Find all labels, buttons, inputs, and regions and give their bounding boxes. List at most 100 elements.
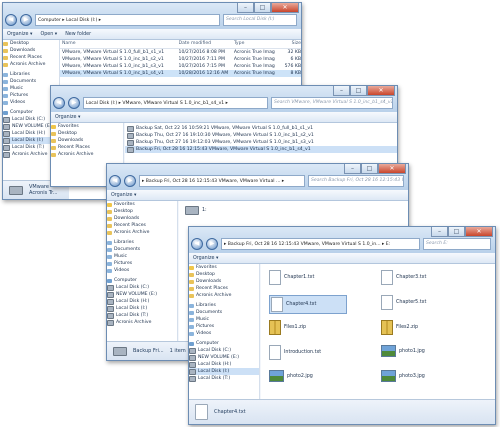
close-button[interactable]: ✕ [367, 86, 395, 96]
nav-item-local-disk-i[interactable]: Local Disk (I:) [107, 305, 177, 312]
nav-item-downloads[interactable]: Downloads [189, 278, 259, 285]
column-date-modified[interactable]: Date modified [179, 40, 234, 48]
nav-item-videos[interactable]: Videos [189, 330, 259, 337]
nav-item-recent-places[interactable]: Recent Places [189, 285, 259, 292]
nav-item-downloads[interactable]: Downloads [107, 215, 177, 222]
table-row[interactable]: VMware, VMware Virtual S 1.0_inc_b1_s2_v… [60, 56, 301, 63]
maximize-button[interactable]: □ [350, 86, 367, 96]
file-tile[interactable]: Introduction.txt [269, 345, 321, 360]
nav-item-libraries[interactable]: Libraries [107, 239, 177, 246]
nav-item-local-disk-t[interactable]: Local Disk (T:) [107, 312, 177, 319]
nav-item-acronis-archive[interactable]: Acronis Archive [107, 229, 177, 236]
organize-button[interactable]: Organize ▾ [7, 32, 32, 37]
nav-item-computer[interactable]: Computer [189, 340, 259, 347]
search-input[interactable]: Search VMware, VMware Virtual S 1.0_inc_… [271, 97, 393, 109]
search-input[interactable]: Search E: [423, 238, 491, 250]
file-tile[interactable]: Chapter1.txt [269, 270, 314, 285]
table-row[interactable]: VMware, VMware Virtual S 1.0_full_b1_s1_… [60, 49, 301, 56]
column-type[interactable]: Type [234, 40, 275, 48]
file-tile[interactable]: photo2.jpg [269, 370, 313, 382]
address-bar[interactable]: Local Disk (I:) ▸ VMware, VMware Virtual… [83, 97, 268, 109]
address-bar[interactable]: ▸ Backup Fri, Oct 28 16 12:15:43 VMware,… [221, 238, 420, 250]
nav-item-desktop[interactable]: Desktop [3, 40, 59, 47]
maximize-button[interactable]: □ [254, 3, 271, 13]
maximize-button[interactable]: □ [448, 227, 465, 237]
new-folder-button[interactable]: New folder [65, 32, 91, 37]
forward-arrow-icon[interactable]: ▶ [124, 175, 136, 187]
nav-item-local-disk-i[interactable]: Local Disk (I:) [189, 368, 259, 375]
search-input[interactable]: Search Local Disk (I:) [223, 14, 297, 26]
file-tile[interactable]: Chapter3.txt [381, 270, 426, 285]
nav-item-downloads[interactable]: Downloads [51, 137, 123, 144]
file-tile[interactable]: photo1.jpg [381, 345, 425, 357]
nav-item-acronis-archive[interactable]: Acronis Archive [189, 292, 259, 299]
nav-item-local-disk-c[interactable]: Local Disk (C:) [189, 347, 259, 354]
nav-item-music[interactable]: Music [189, 316, 259, 323]
address-bar[interactable]: ▸ Backup Fri, Oct 28 16 12:15:43 VMware,… [139, 175, 305, 187]
nav-item-libraries[interactable]: Libraries [3, 71, 59, 78]
list-item[interactable]: Backup Thu, Oct 27 16 19:12:03 VMware, V… [125, 139, 397, 146]
nav-item-videos[interactable]: Videos [107, 267, 177, 274]
table-row[interactable]: VMware, VMware Virtual S 1.0_inc_b1_s3_v… [60, 63, 301, 70]
organize-button[interactable]: Organize ▾ [55, 115, 80, 120]
organize-button[interactable]: Organize ▾ [193, 256, 218, 261]
nav-item-local-disk-c[interactable]: Local Disk (C:) [107, 284, 177, 291]
close-button[interactable]: ✕ [465, 227, 493, 237]
list-item[interactable]: Backup Fri, Oct 28 16 12:15:43 VMware, V… [125, 146, 397, 153]
nav-item-computer[interactable]: Computer [107, 277, 177, 284]
nav-item-recent-places[interactable]: Recent Places [51, 144, 123, 151]
nav-item-documents[interactable]: Documents [189, 309, 259, 316]
list-item[interactable]: Backup Sat, Oct 22 16 10:59:21 VMware, V… [125, 125, 397, 132]
back-arrow-icon[interactable]: ◀ [191, 238, 203, 250]
close-button[interactable]: ✕ [378, 164, 406, 174]
column-size[interactable]: Size [275, 40, 301, 48]
nav-item-pictures[interactable]: Pictures [189, 323, 259, 330]
address-bar[interactable]: Computer ▸ Local Disk (I:) ▸ [35, 14, 220, 26]
nav-item-recent-places[interactable]: Recent Places [3, 54, 59, 61]
volume-item[interactable]: 1: [185, 206, 207, 215]
file-tile[interactable]: photo3.jpg [381, 370, 425, 382]
nav-item-libraries[interactable]: Libraries [189, 302, 259, 309]
forward-arrow-icon[interactable]: ▶ [68, 97, 80, 109]
nav-item-local-disk-t[interactable]: Local Disk (T:) [189, 375, 259, 382]
nav-item-favorites[interactable]: Favorites [51, 123, 123, 130]
back-arrow-icon[interactable]: ◀ [53, 97, 65, 109]
file-tile[interactable]: Files2.zip [381, 320, 418, 335]
forward-arrow-icon[interactable]: ▶ [206, 238, 218, 250]
nav-item-desktop[interactable]: Desktop [189, 271, 259, 278]
nav-item-acronis-archive[interactable]: Acronis Archive [107, 319, 177, 326]
nav-item-new-volume-e[interactable]: NEW VOLUME (E:) [189, 354, 259, 361]
nav-item-documents[interactable]: Documents [3, 78, 59, 85]
file-tile[interactable]: Chapter4.txt [269, 295, 348, 314]
nav-item-acronis-archive[interactable]: Acronis Archive [51, 151, 123, 158]
organize-button[interactable]: Organize ▾ [111, 193, 136, 198]
nav-item-local-disk-h[interactable]: Local Disk (H:) [189, 361, 259, 368]
table-row[interactable]: VMware, VMware Virtual S 1.0_inc_b1_s4_v… [60, 70, 301, 77]
minimize-button[interactable]: – [431, 227, 448, 237]
nav-item-favorites[interactable]: Favorites [189, 264, 259, 271]
file-tile[interactable]: Files1.zip [269, 320, 306, 335]
minimize-button[interactable]: – [237, 3, 254, 13]
nav-item-desktop[interactable]: Desktop [51, 130, 123, 137]
minimize-button[interactable]: – [344, 164, 361, 174]
column-name[interactable]: Name [60, 40, 179, 48]
open-button[interactable]: Open ▾ [40, 32, 57, 37]
forward-arrow-icon[interactable]: ▶ [20, 14, 32, 26]
file-tile[interactable]: Chapter5.txt [381, 295, 426, 310]
nav-item-desktop[interactable]: Desktop [107, 208, 177, 215]
nav-item-pictures[interactable]: Pictures [107, 260, 177, 267]
list-item[interactable]: Backup Thu, Oct 27 16 19:10:30 VMware, V… [125, 132, 397, 139]
nav-item-acronis-archive[interactable]: Acronis Archive [3, 61, 59, 68]
close-button[interactable]: ✕ [271, 3, 299, 13]
minimize-button[interactable]: – [333, 86, 350, 96]
maximize-button[interactable]: □ [361, 164, 378, 174]
nav-item-documents[interactable]: Documents [107, 246, 177, 253]
search-input[interactable]: Search Backup Fri, Oct 28 16 12:15:43 VM… [308, 175, 404, 187]
nav-item-favorites[interactable]: Favorites [107, 201, 177, 208]
back-arrow-icon[interactable]: ◀ [109, 175, 121, 187]
nav-item-downloads[interactable]: Downloads [3, 47, 59, 54]
nav-item-music[interactable]: Music [107, 253, 177, 260]
back-arrow-icon[interactable]: ◀ [5, 14, 17, 26]
nav-item-recent-places[interactable]: Recent Places [107, 222, 177, 229]
nav-item-new-volume-e[interactable]: NEW VOLUME (E:) [107, 291, 177, 298]
